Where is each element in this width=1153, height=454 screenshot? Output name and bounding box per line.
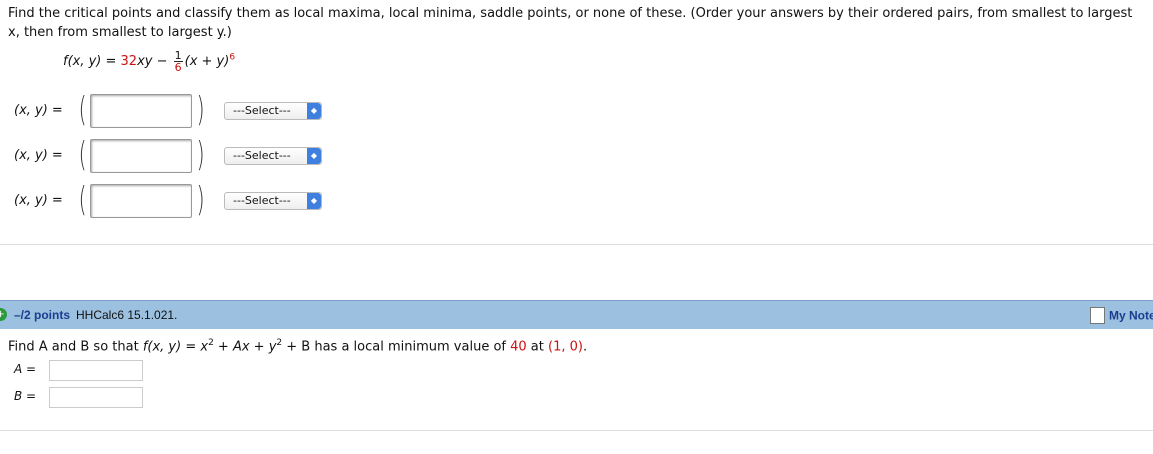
classification-select-2[interactable]: ---Select--- ◆ — [224, 147, 322, 165]
formula-coefficient: 32 — [120, 54, 138, 69]
question-2-text: Find A and B so that f(x, y) = x2 + Ax +… — [8, 338, 587, 354]
answer-row-1: (x, y) = ( ) ---Select--- ◆ — [14, 90, 344, 132]
formula-fraction: 16 — [173, 50, 183, 74]
expand-plus-icon[interactable]: + — [0, 308, 7, 321]
formula-rest: (x + y) — [184, 54, 230, 69]
b-label: B = — [14, 389, 37, 403]
question-header-bar: + –/2 points HHCalc6 15.1.021. My Notes — [0, 300, 1153, 329]
a-input[interactable] — [49, 360, 143, 381]
close-paren: ) — [196, 180, 205, 220]
formula-lhs: f(x, y) = — [63, 54, 121, 69]
my-notes-label: My Notes — [1109, 308, 1153, 323]
q2-text-mid: + Ax + y — [213, 339, 277, 355]
chevron-updown-icon: ◆ — [307, 103, 321, 119]
note-icon — [1090, 307, 1105, 324]
formula-exponent: 6 — [229, 52, 236, 63]
q2-text-f: f(x, y) = x — [142, 339, 209, 355]
q2-text-dot: . — [582, 339, 588, 355]
b-input[interactable] — [49, 387, 143, 408]
question-code: HHCalc6 15.1.021. — [76, 308, 178, 322]
point-input-1[interactable] — [90, 94, 192, 128]
question-instructions: Find the critical points and classify th… — [8, 6, 1133, 40]
answer-row-3: (x, y) = ( ) ---Select--- ◆ — [14, 180, 344, 222]
divider — [0, 430, 1153, 431]
answer-row-2: (x, y) = ( ) ---Select--- ◆ — [14, 135, 344, 177]
point-input-2[interactable] — [90, 139, 192, 173]
formula-xy: xy − — [137, 54, 172, 69]
function-formula: f(x, y) = 32xy − 1 6 (x + y)6 — [63, 50, 235, 73]
select-value: ---Select--- — [233, 104, 291, 117]
open-paren: ( — [78, 135, 87, 175]
point-input-3[interactable] — [90, 184, 192, 218]
select-value: ---Select--- — [233, 149, 291, 162]
my-notes-button[interactable]: My Notes — [1090, 305, 1153, 324]
select-value: ---Select--- — [233, 194, 291, 207]
points-label: –/2 points — [14, 308, 71, 322]
q2-text-end: + B has a local minimum value of — [282, 339, 511, 355]
a-label: A = — [14, 362, 37, 376]
answer-label: (x, y) = — [14, 148, 63, 163]
q2-value: 40 — [510, 339, 527, 355]
fraction-denominator: 6 — [174, 61, 182, 74]
divider — [0, 244, 1153, 245]
open-paren: ( — [78, 180, 87, 220]
q2-point: (1, 0) — [548, 339, 583, 355]
close-paren: ) — [196, 90, 205, 130]
close-paren: ) — [196, 135, 205, 175]
chevron-updown-icon: ◆ — [307, 148, 321, 164]
q2-text-a: Find A and B so that — [8, 339, 143, 355]
chevron-updown-icon: ◆ — [307, 193, 321, 209]
open-paren: ( — [78, 90, 87, 130]
answer-label: (x, y) = — [14, 193, 63, 208]
classification-select-3[interactable]: ---Select--- ◆ — [224, 192, 322, 210]
q2-text-at: at — [526, 339, 548, 355]
answer-label: (x, y) = — [14, 103, 63, 118]
classification-select-1[interactable]: ---Select--- ◆ — [224, 102, 322, 120]
